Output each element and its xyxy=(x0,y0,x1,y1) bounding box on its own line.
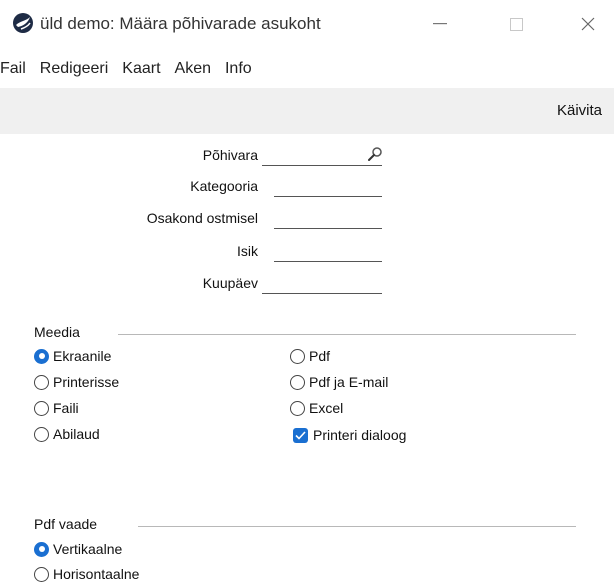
menu-aken[interactable]: Aken xyxy=(169,60,217,78)
radio-selected-icon xyxy=(34,348,49,364)
minimize-icon xyxy=(433,23,447,25)
radio-selected-icon xyxy=(34,541,49,557)
option-label: Abilaud xyxy=(53,426,100,442)
option-label: Horisontaalne xyxy=(53,566,140,582)
printer-dialog-checkbox[interactable]: Printeri dialoog xyxy=(293,427,406,443)
pdf-view-group-label: Pdf vaade xyxy=(34,516,98,532)
app-logo-icon xyxy=(12,12,34,34)
menu-redigeeri[interactable]: Redigeeri xyxy=(34,60,114,78)
radio-icon xyxy=(34,426,49,442)
media-option-ekraanile[interactable]: Ekraanile xyxy=(34,348,111,364)
minimize-button[interactable] xyxy=(420,10,460,38)
field-label-pohivara: Põhivara xyxy=(202,147,258,163)
search-icon[interactable] xyxy=(367,146,383,162)
option-label: Printerisse xyxy=(53,374,120,390)
radio-icon xyxy=(290,400,305,416)
radio-icon xyxy=(290,348,305,364)
title-bar: üld demo: Määra põhivarade asukoht xyxy=(0,0,614,48)
menu-fail[interactable]: Fail xyxy=(0,60,32,78)
pohivara-field[interactable] xyxy=(262,147,382,166)
radio-icon xyxy=(34,566,49,582)
radio-icon xyxy=(290,374,305,390)
checkbox-checked-icon xyxy=(293,427,308,443)
radio-icon xyxy=(34,400,49,416)
field-label-isik: Isik xyxy=(237,243,258,259)
option-label: Pdf xyxy=(309,348,331,364)
option-label: Excel xyxy=(309,400,344,416)
kategooria-field[interactable] xyxy=(274,178,382,197)
media-group-label: Meedia xyxy=(34,324,80,340)
pdf-view-divider xyxy=(138,526,576,527)
pdf-view-option-horisontaalne[interactable]: Horisontaalne xyxy=(34,566,139,582)
menu-kaart[interactable]: Kaart xyxy=(116,60,166,78)
menu-info[interactable]: Info xyxy=(219,60,258,78)
option-label: Pdf ja E-mail xyxy=(309,374,389,390)
media-divider xyxy=(118,334,576,335)
checkbox-label: Printeri dialoog xyxy=(313,427,407,443)
toolbar: Käivita xyxy=(0,88,614,134)
option-label: Vertikaalne xyxy=(53,541,123,557)
radio-icon xyxy=(34,374,49,390)
close-icon xyxy=(581,17,595,31)
field-label-kategooria: Kategooria xyxy=(190,178,258,194)
isik-field[interactable] xyxy=(274,243,382,262)
osakond-ostmisel-field[interactable] xyxy=(274,210,382,229)
media-option-excel[interactable]: Excel xyxy=(290,400,343,416)
maximize-icon xyxy=(509,17,523,31)
media-option-faili[interactable]: Faili xyxy=(34,400,79,416)
window-title: üld demo: Määra põhivarade asukoht xyxy=(40,14,321,33)
run-button[interactable]: Käivita xyxy=(557,102,602,119)
option-label: Faili xyxy=(53,400,79,416)
menu-bar: Fail Redigeeri Kaart Aken Info xyxy=(0,54,260,84)
field-label-kuupaev: Kuupäev xyxy=(202,275,258,291)
maximize-button[interactable] xyxy=(496,10,536,38)
media-option-pdf[interactable]: Pdf xyxy=(290,348,330,364)
kuupaev-field[interactable] xyxy=(262,275,382,294)
close-button[interactable] xyxy=(568,10,608,38)
field-label-osakond: Osakond ostmisel xyxy=(146,210,258,226)
media-option-pdf-email[interactable]: Pdf ja E-mail xyxy=(290,374,388,390)
pdf-view-option-vertikaalne[interactable]: Vertikaalne xyxy=(34,541,122,557)
option-label: Ekraanile xyxy=(53,348,112,364)
media-option-abilaud[interactable]: Abilaud xyxy=(34,426,100,442)
media-option-printerisse[interactable]: Printerisse xyxy=(34,374,119,390)
